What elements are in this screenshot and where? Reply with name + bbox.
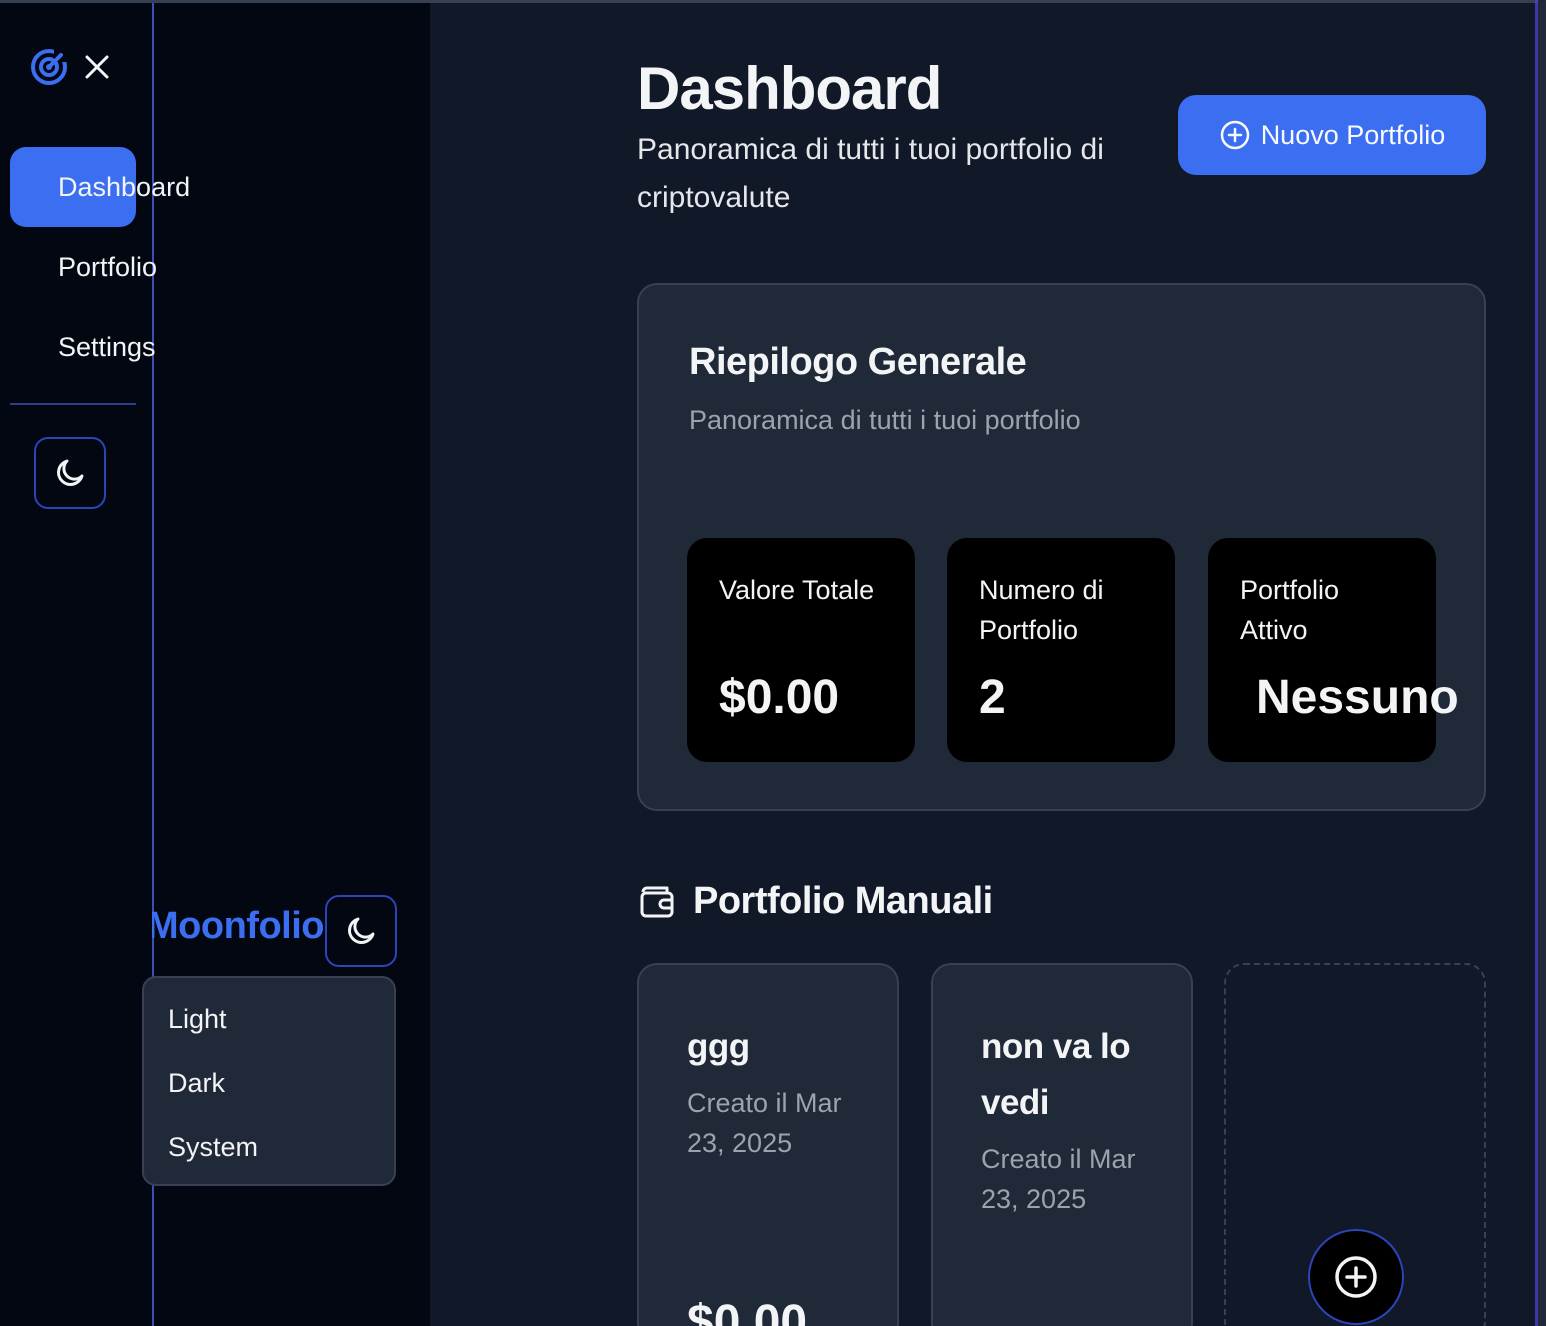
- window-right-edge: [1538, 0, 1546, 1326]
- moonfolio-logo-icon[interactable]: [28, 46, 70, 88]
- theme-option-light[interactable]: Light: [144, 996, 394, 1060]
- theme-toggle-button-open[interactable]: [325, 895, 397, 967]
- portfolio-card[interactable]: ggg Creato il Mar 23, 2025 $0.00: [637, 963, 899, 1326]
- portfolio-created-date: Creato il Mar 23, 2025: [687, 1088, 842, 1158]
- theme-option-dark[interactable]: Dark: [144, 1060, 394, 1124]
- stat-portfolio-count: Numero di Portfolio 2: [947, 538, 1175, 762]
- summary-card: Riepilogo Generale Panoramica di tutti i…: [637, 283, 1486, 811]
- portfolio-name: ggg: [687, 1027, 750, 1066]
- window-right-accent: [1535, 0, 1538, 1326]
- brand-name: Moonfolio: [152, 905, 324, 947]
- stat-label: Numero di Portfolio: [979, 575, 1104, 645]
- stat-value: $0.00: [719, 671, 840, 724]
- sidebar-divider: [10, 403, 136, 405]
- portfolio-value: $0.00: [687, 1296, 808, 1326]
- section-title: Portfolio Manuali: [693, 880, 993, 922]
- page-title: Dashboard: [637, 55, 942, 122]
- plus-circle-icon: [1220, 120, 1249, 150]
- stat-active-portfolio: Portfolio Attivo Nessuno: [1208, 538, 1459, 762]
- theme-dropdown-menu: Light Dark System: [142, 976, 396, 1186]
- sidebar-item-portfolio[interactable]: Portfolio: [10, 227, 157, 307]
- moon-icon: [57, 459, 84, 486]
- add-portfolio-card[interactable]: [1224, 963, 1486, 1326]
- theme-toggle-button[interactable]: [34, 437, 106, 509]
- theme-option-system[interactable]: System: [144, 1124, 394, 1188]
- portfolio-created-date: Creato il Mar 23, 2025: [981, 1144, 1136, 1214]
- page-subtitle: Panoramica di tutti i tuoi portfolio di …: [637, 133, 1104, 214]
- plus-circle-icon: [1335, 1256, 1377, 1298]
- new-portfolio-label: Nuovo Portfolio: [1260, 119, 1446, 150]
- close-icon[interactable]: [82, 52, 112, 82]
- portfolio-name: non va lo vedi: [981, 1027, 1131, 1122]
- stat-total-value: Valore Totale $0.00: [687, 538, 915, 762]
- new-portfolio-button[interactable]: Nuovo Portfolio: [1178, 95, 1486, 175]
- summary-title: Riepilogo Generale: [689, 341, 1027, 383]
- stat-value: 2: [979, 671, 1006, 724]
- portfolio-card[interactable]: non va lo vedi Creato il Mar 23, 2025: [931, 963, 1193, 1326]
- summary-subtitle: Panoramica di tutti i tuoi portfolio: [689, 405, 1081, 435]
- manual-portfolios-header: Portfolio Manuali: [637, 880, 993, 923]
- stat-value: Nessuno: [1256, 671, 1459, 724]
- add-portfolio-button[interactable]: [1308, 1229, 1404, 1325]
- stat-label: Portfolio Attivo: [1240, 575, 1340, 645]
- sidebar-item-settings[interactable]: Settings: [10, 307, 156, 387]
- sidebar-item-dashboard[interactable]: Dashboard: [10, 147, 190, 227]
- moon-icon: [348, 917, 375, 944]
- wallet-icon: [640, 886, 674, 917]
- stat-label: Valore Totale: [719, 575, 875, 605]
